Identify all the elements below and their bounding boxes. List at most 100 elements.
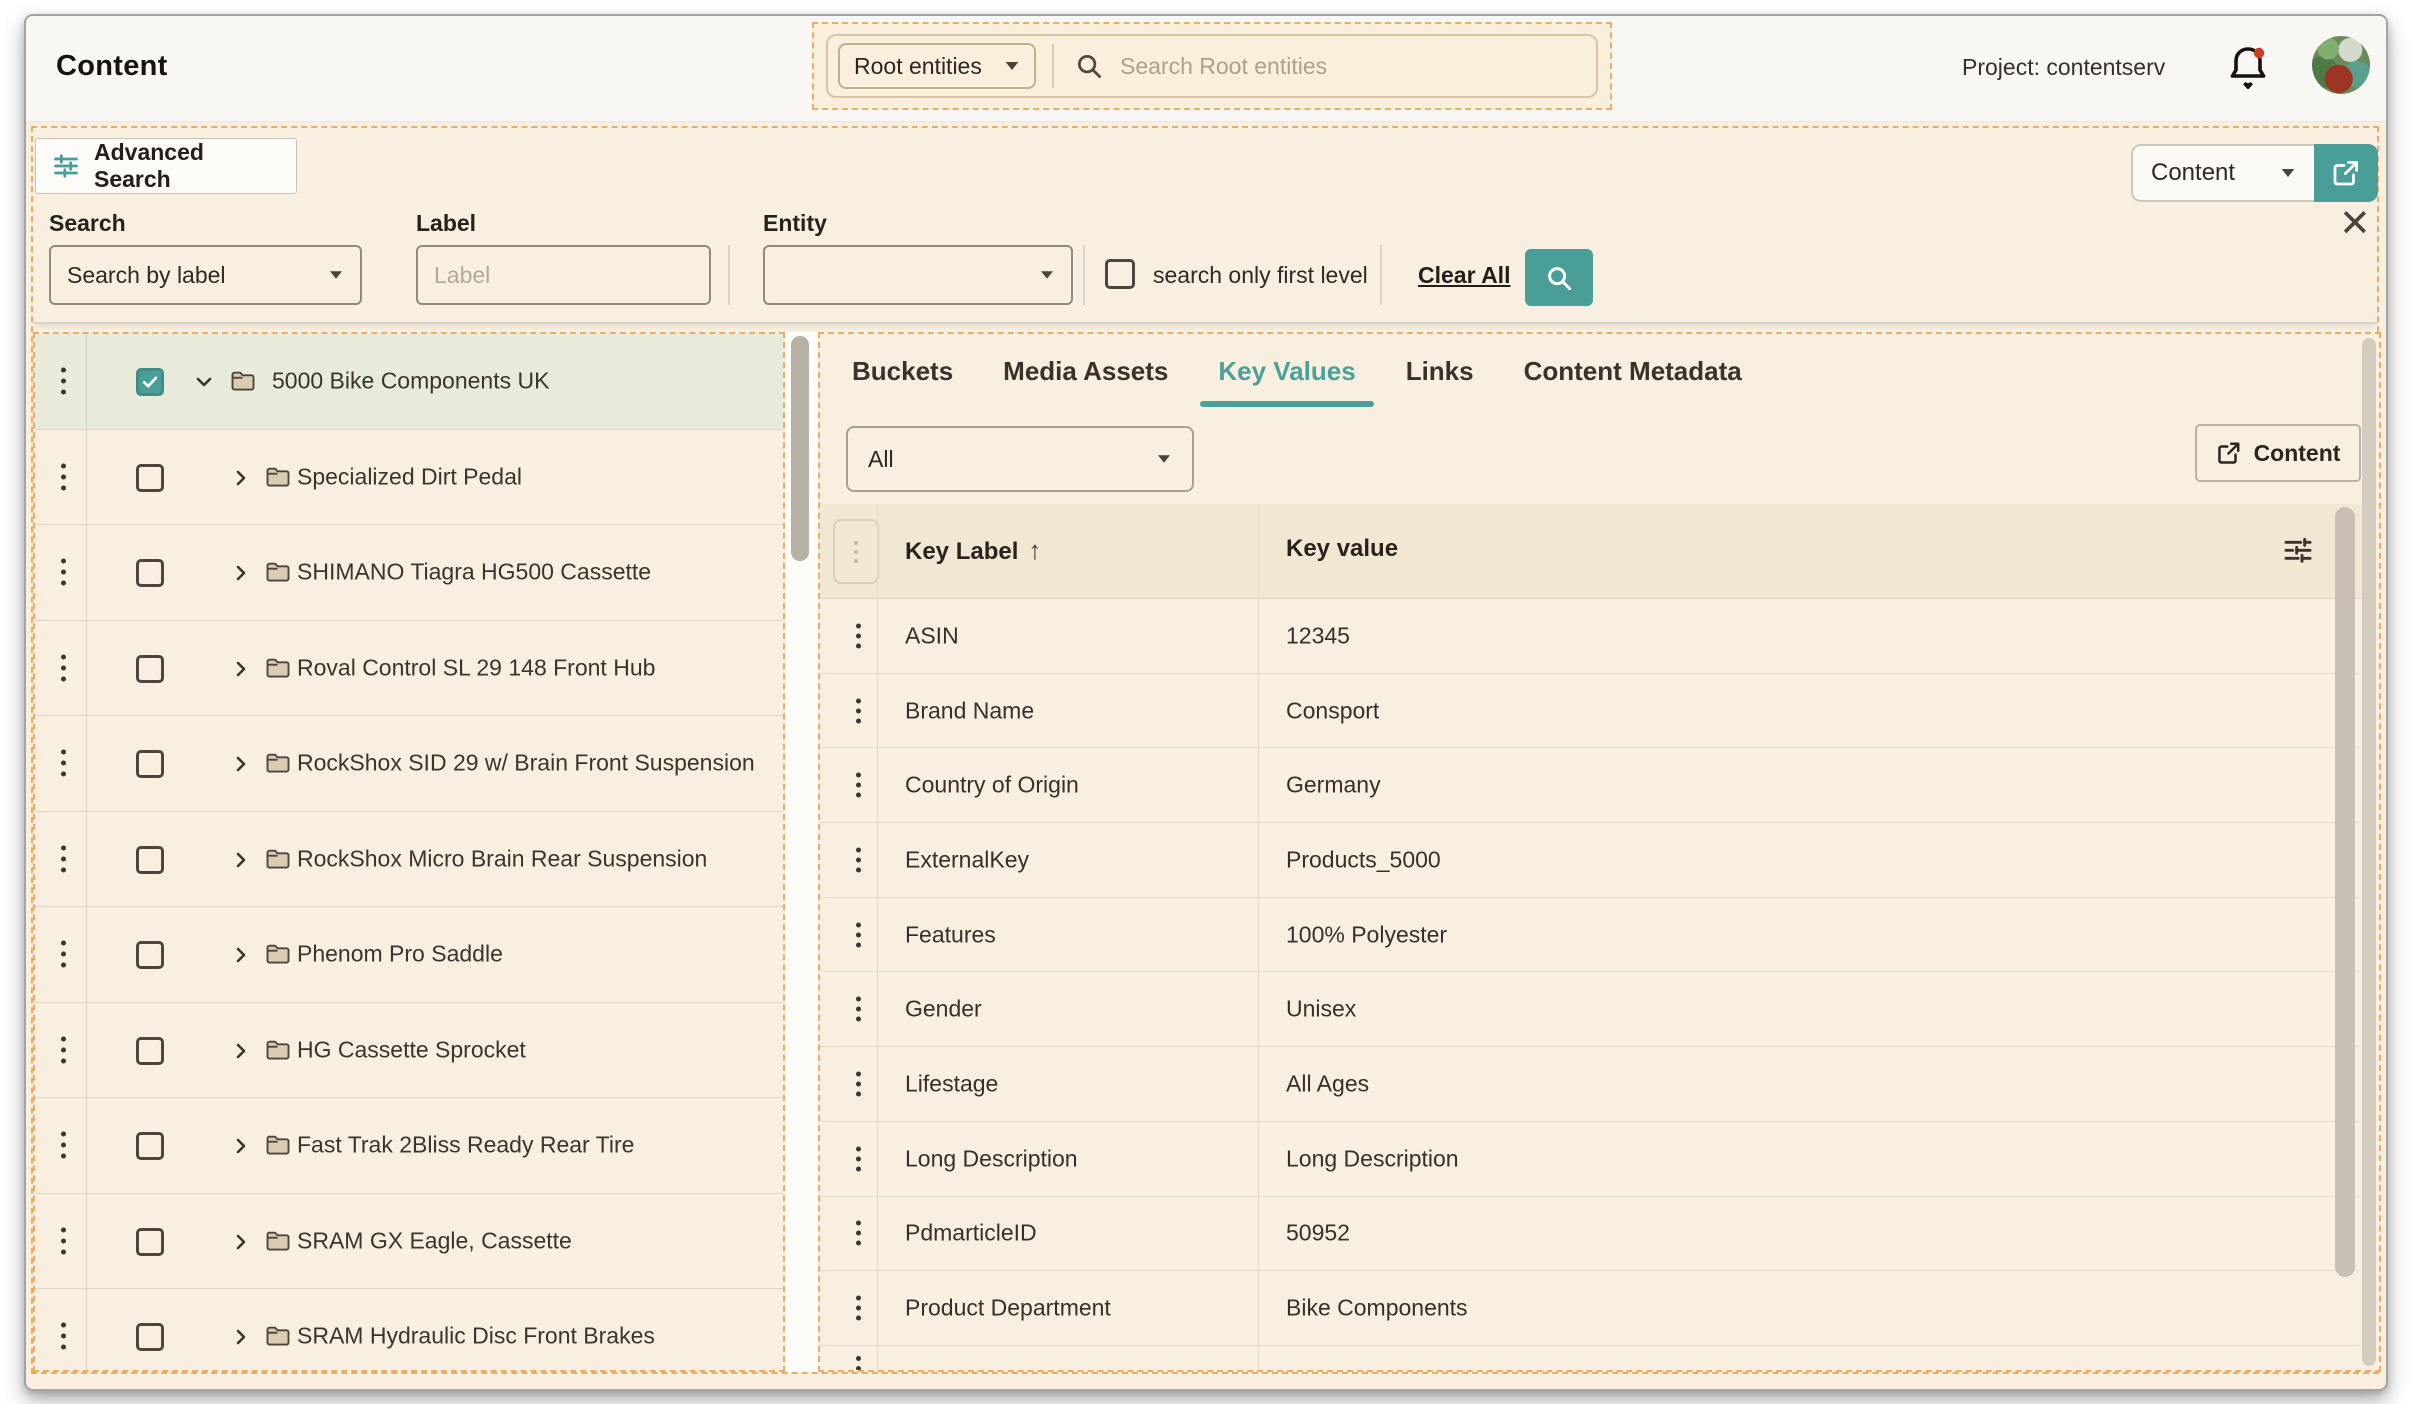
chevron-right-icon[interactable]	[229, 752, 253, 776]
row-menu-icon[interactable]	[856, 1081, 861, 1086]
table-row[interactable]: Country of Origin Germany	[820, 748, 2360, 823]
row-checkbox[interactable]	[136, 941, 164, 969]
chevron-right-icon[interactable]	[229, 1325, 253, 1349]
chevron-right-icon[interactable]	[229, 1230, 253, 1254]
row-menu-icon[interactable]	[61, 1143, 66, 1148]
row-checkbox[interactable]	[136, 559, 164, 587]
tree-scrollbar-thumb[interactable]	[791, 336, 809, 561]
row-checkbox[interactable]	[136, 464, 164, 492]
folder-icon	[264, 1227, 292, 1255]
row-checkbox[interactable]	[136, 750, 164, 778]
tree-row[interactable]: Phenom Pro Saddle	[35, 907, 783, 1003]
content-open-button[interactable]: Content	[2195, 424, 2361, 482]
row-menu-icon[interactable]	[856, 633, 861, 638]
row-menu-icon[interactable]	[856, 932, 861, 937]
row-menu-icon[interactable]	[856, 857, 861, 862]
row-menu-icon[interactable]	[856, 783, 861, 788]
table-row[interactable]: PdmarticleID 50952	[820, 1197, 2360, 1272]
view-selector-dropdown[interactable]: Content	[2131, 144, 2314, 202]
row-menu-icon[interactable]	[61, 1334, 66, 1339]
entity-dropdown[interactable]	[763, 245, 1073, 305]
tree-row[interactable]: RockShox Micro Brain Rear Suspension	[35, 812, 783, 908]
table-row[interactable]: Brand Name Consport	[820, 674, 2360, 749]
chevron-right-icon[interactable]	[229, 657, 253, 681]
tree-row[interactable]: HG Cassette Sprocket	[35, 1003, 783, 1099]
chevron-right-icon[interactable]	[229, 561, 253, 585]
table-row[interactable]: ExternalKey Products_5000	[820, 823, 2360, 898]
row-menu-icon[interactable]	[61, 952, 66, 957]
row-menu-icon[interactable]	[856, 1366, 861, 1370]
row-menu-icon[interactable]	[856, 1007, 861, 1012]
advanced-search-button[interactable]: Advanced Search	[35, 138, 297, 194]
table-row[interactable]: Long Description Long Description	[820, 1122, 2360, 1197]
chevron-right-icon[interactable]	[229, 466, 253, 490]
search-submit-button[interactable]	[1525, 249, 1593, 306]
tree-row[interactable]: RockShox SID 29 w/ Brain Front Suspensio…	[35, 716, 783, 812]
chevron-right-icon[interactable]	[229, 943, 253, 967]
row-menu-icon[interactable]	[856, 1306, 861, 1311]
table-row[interactable]: ASIN 12345	[820, 599, 2360, 674]
chevron-right-icon[interactable]	[229, 1039, 253, 1063]
tab-links[interactable]: Links	[1386, 344, 1494, 407]
panel-scrollbar[interactable]	[2362, 338, 2376, 1366]
table-row[interactable]: Gender Unisex	[820, 972, 2360, 1047]
label-input[interactable]	[416, 245, 711, 305]
table-row[interactable]: Lifestage All Ages	[820, 1047, 2360, 1122]
tree-row[interactable]: Specialized Dirt Pedal	[35, 430, 783, 526]
key-filter-dropdown[interactable]: All	[846, 426, 1194, 492]
column-key-label[interactable]: Key Label↑	[905, 535, 1041, 566]
divider	[877, 504, 878, 1370]
row-menu-icon[interactable]	[856, 708, 861, 713]
row-checkbox[interactable]	[136, 1228, 164, 1256]
row-menu-icon[interactable]	[61, 379, 66, 384]
row-checkbox[interactable]	[136, 1323, 164, 1351]
row-checkbox[interactable]	[136, 846, 164, 874]
chevron-down-icon[interactable]	[192, 370, 216, 394]
first-level-checkbox[interactable]	[1105, 259, 1135, 289]
row-menu-icon[interactable]	[61, 1047, 66, 1052]
row-menu-icon[interactable]	[61, 474, 66, 479]
table-row[interactable]: Product Department Bike Components	[820, 1271, 2360, 1346]
column-settings-icon[interactable]	[2282, 533, 2314, 565]
row-checkbox[interactable]	[136, 1132, 164, 1160]
global-search-input[interactable]	[1118, 52, 1552, 81]
table-row-partial[interactable]	[820, 1346, 2360, 1370]
search-mode-dropdown[interactable]: Search by label	[49, 245, 362, 305]
user-avatar[interactable]	[2312, 36, 2370, 94]
tree-row[interactable]: SHIMANO Tiagra HG500 Cassette	[35, 525, 783, 621]
notifications-bell-icon[interactable]	[2224, 42, 2272, 94]
tree-row[interactable]: SRAM Hydraulic Disc Front Brakes	[35, 1289, 783, 1372]
row-checkbox[interactable]	[136, 655, 164, 683]
close-icon[interactable]: ✕	[2339, 202, 2371, 246]
chevron-right-icon[interactable]	[229, 848, 253, 872]
row-menu-icon[interactable]	[856, 1231, 861, 1236]
tree-row[interactable]: 5000 Bike Components UK	[35, 334, 783, 430]
clear-all-link[interactable]: Clear All	[1418, 262, 1510, 289]
tab-buckets[interactable]: Buckets	[832, 344, 973, 407]
tree-item-label: RockShox SID 29 w/ Brain Front Suspensio…	[297, 750, 755, 777]
table-scrollbar-thumb[interactable]	[2335, 507, 2355, 1277]
row-checkbox[interactable]	[136, 1037, 164, 1065]
row-menu-icon[interactable]	[61, 665, 66, 670]
tree-row[interactable]: Roval Control SL 29 148 Front Hub	[35, 621, 783, 717]
table-row[interactable]: Features 100% Polyester	[820, 898, 2360, 973]
row-checkbox-checked[interactable]	[136, 368, 164, 396]
row-menu-icon[interactable]	[61, 570, 66, 575]
tree-row[interactable]: SRAM GX Eagle, Cassette	[35, 1194, 783, 1290]
row-menu-icon[interactable]	[856, 1156, 861, 1161]
open-in-new-button[interactable]	[2314, 144, 2378, 202]
chevron-down-icon	[330, 271, 342, 279]
tab-content-metadata[interactable]: Content Metadata	[1504, 344, 1762, 407]
row-menu-icon[interactable]	[61, 856, 66, 861]
key-value-cell: 50952	[1286, 1220, 1350, 1247]
column-key-value[interactable]: Key value	[1286, 535, 1398, 563]
tab-media-assets[interactable]: Media Assets	[983, 344, 1188, 407]
row-menu-icon[interactable]	[61, 761, 66, 766]
tree-row[interactable]: Fast Trak 2Bliss Ready Rear Tire	[35, 1098, 783, 1194]
search-scope-dropdown[interactable]: Root entities	[838, 43, 1036, 89]
chevron-right-icon[interactable]	[229, 1134, 253, 1158]
row-menu-icon[interactable]	[61, 1238, 66, 1243]
tab-key-values[interactable]: Key Values	[1198, 344, 1375, 407]
key-label-cell: Country of Origin	[905, 772, 1079, 799]
header-menu-box[interactable]	[833, 519, 879, 584]
